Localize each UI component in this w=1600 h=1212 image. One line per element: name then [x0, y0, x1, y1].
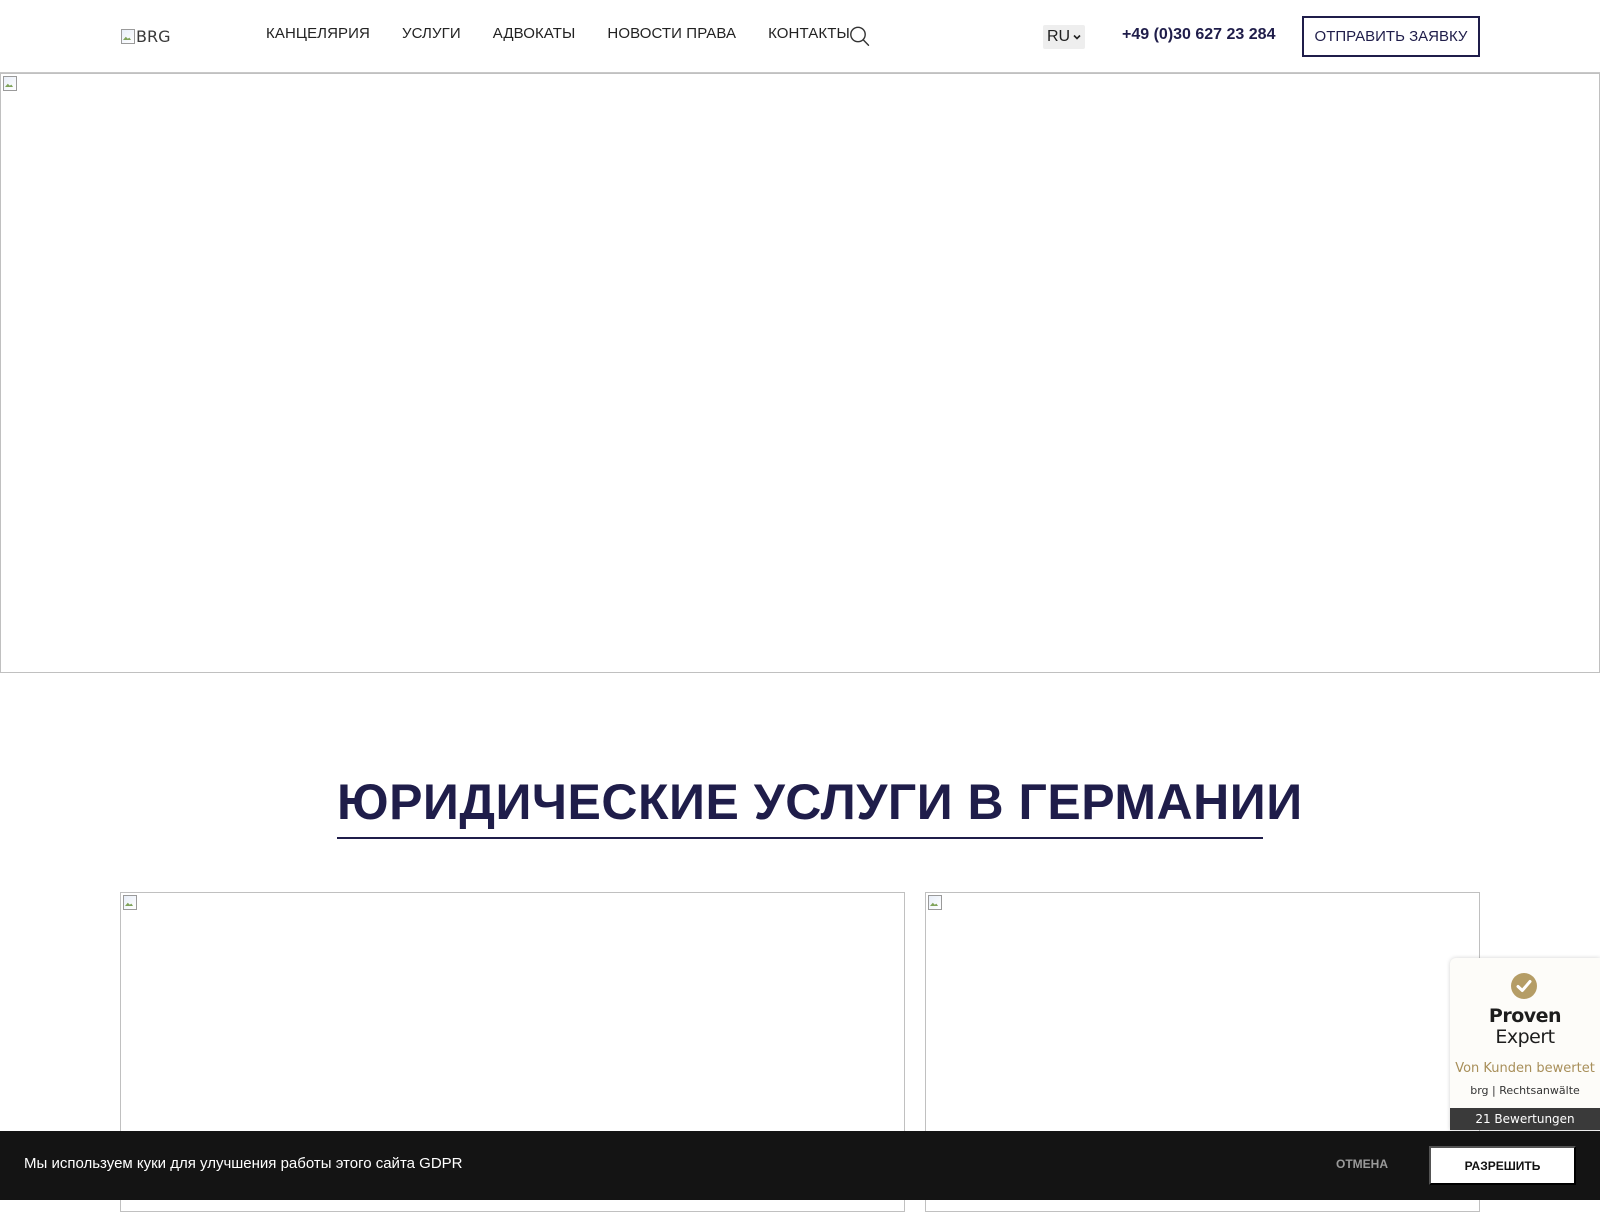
- hero-image: [0, 73, 1600, 673]
- logo-link[interactable]: BRG: [120, 24, 180, 48]
- proven-expert-badge[interactable]: Proven Expert Von Kunden bewertet brg | …: [1450, 958, 1600, 1130]
- nav-item-kontakty[interactable]: КОНТАКТЫ: [768, 25, 850, 42]
- nav-item-kanceliariya[interactable]: КАНЦЕЛЯРИЯ: [266, 25, 370, 42]
- check-seal-icon: [1511, 973, 1537, 999]
- send-request-button[interactable]: ОТПРАВИТЬ ЗАЯВКУ: [1302, 16, 1480, 57]
- proven-expert-logo: Proven Expert: [1450, 1006, 1600, 1048]
- cookie-cancel-button[interactable]: ОТМЕНА: [1308, 1157, 1416, 1175]
- logo-alt-text: BRG: [136, 26, 171, 46]
- nav-item-uslugi[interactable]: УСЛУГИ: [402, 25, 461, 42]
- main-nav: КАНЦЕЛЯРИЯ УСЛУГИ АДВОКАТЫ НОВОСТИ ПРАВА…: [266, 25, 882, 42]
- cookie-consent-bar: Мы используем куки для улучшения работы …: [0, 1131, 1600, 1200]
- nav-item-novosti-prava[interactable]: НОВОСТИ ПРАВА: [607, 25, 736, 42]
- pe-review-count: 21 Bewertungen: [1450, 1108, 1600, 1130]
- services-title-wrap: ЮРИДИЧЕСКИЕ УСЛУГИ В ГЕРМАНИИ: [337, 772, 1303, 832]
- broken-image-icon: [122, 894, 138, 910]
- title-underline: [337, 837, 1263, 839]
- language-select[interactable]: RU: [1043, 25, 1085, 49]
- broken-image-icon: [927, 894, 943, 910]
- pe-brand-line1: Proven: [1488, 1005, 1562, 1027]
- phone-link[interactable]: +49 (0)30 627 23 284: [1122, 26, 1275, 44]
- chevron-down-icon: [1073, 34, 1081, 40]
- pe-company: brg | Rechtsanwälte: [1470, 1084, 1580, 1097]
- cookie-message: Мы используем куки для улучшения работы …: [24, 1155, 463, 1172]
- cookie-allow-button[interactable]: РАЗРЕШИТЬ: [1429, 1146, 1576, 1185]
- broken-image-icon: [120, 28, 136, 44]
- nav-item-advokaty[interactable]: АДВОКАТЫ: [493, 25, 576, 42]
- search-icon[interactable]: [848, 25, 870, 47]
- site-header: BRG КАНЦЕЛЯРИЯ УСЛУГИ АДВОКАТЫ НОВОСТИ П…: [0, 0, 1600, 73]
- pe-tagline: Von Kunden bewertet: [1455, 1061, 1595, 1076]
- services-title: ЮРИДИЧЕСКИЕ УСЛУГИ В ГЕРМАНИИ: [337, 774, 1303, 830]
- language-selected: RU: [1046, 28, 1071, 45]
- pe-brand-line2: Expert: [1495, 1026, 1555, 1048]
- broken-image-icon: [2, 75, 18, 91]
